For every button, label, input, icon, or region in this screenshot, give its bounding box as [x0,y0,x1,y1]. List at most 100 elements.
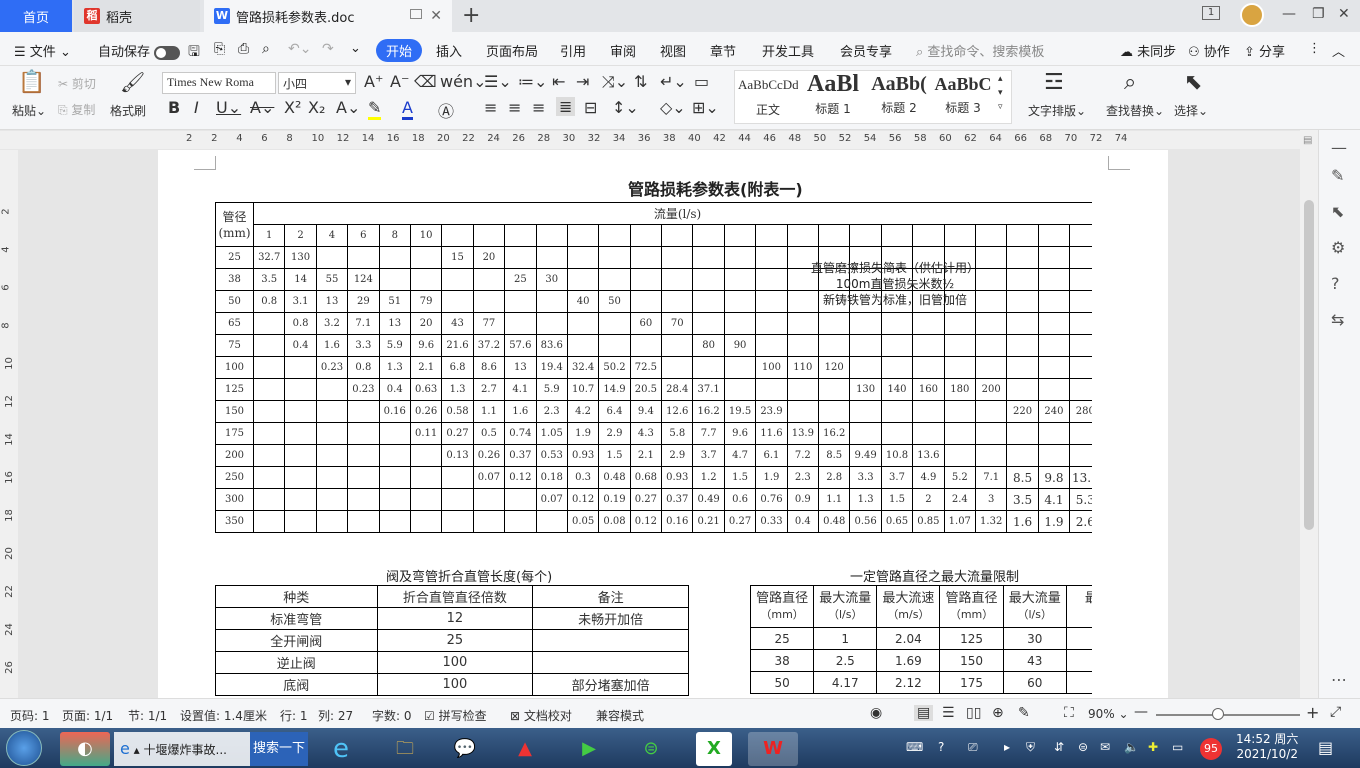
highlight-icon[interactable]: ✎ [368,98,382,120]
grow-font-icon[interactable]: A⁺ [364,72,383,91]
status-pages[interactable]: 页面: 1/1 [62,707,113,724]
minimize-icon[interactable]: — [1282,6,1296,22]
export-pdf-icon[interactable]: ⎘ [214,41,225,57]
start-button[interactable] [6,730,42,766]
copy-button[interactable]: ⎘ 复制 [58,101,95,118]
more-icon[interactable]: ⋯ [1331,670,1347,689]
show-desktop-icon[interactable]: ▤ [1318,738,1333,757]
proofread-button[interactable]: ⊠ 文档校对 [510,707,572,724]
menu-tab-view[interactable]: 视图 [660,41,686,60]
ruler-toggle-icon[interactable]: ▭ [694,72,709,91]
status-words[interactable]: 字数: 0 [372,707,412,724]
shading-icon[interactable]: ◇⌄ [660,98,686,117]
menu-file[interactable]: ☰ 文件 ⌄ [14,41,71,60]
tray-help-icon[interactable]: ? [938,740,944,754]
bold-icon[interactable]: B [168,98,180,117]
document-page[interactable]: 管路损耗参数表(附表一) 管径 (mm) 流量(l/s) 1 2 4 6 8 10 25 32.7 1… [158,150,1168,698]
bullet-list-icon[interactable]: ☰⌄ [484,72,512,91]
tray-screen-icon[interactable]: ⎚ [968,740,978,755]
tab-daoke[interactable]: 稻 稻壳 [74,0,200,32]
cut-button[interactable]: ✂ 剪切 [58,75,96,92]
text-effect-icon[interactable]: A⌄ [336,98,360,117]
fit-page-icon[interactable]: ⛶ [1064,705,1074,721]
window-close-icon[interactable]: ✕ [1338,6,1350,22]
tab-close-icon[interactable]: ✕ [430,8,442,24]
align-left-icon[interactable]: ≡ [484,98,497,117]
tray-browser-icon[interactable]: ⊜ [1078,740,1088,754]
show-marks-icon[interactable]: ↵⌄ [660,72,687,91]
write-mode-icon[interactable]: ✎ [1018,705,1030,721]
find-replace-button[interactable]: 查找替换⌄ [1106,102,1164,119]
undo-icon[interactable]: ↶⌄ [288,41,311,57]
print-icon[interactable]: ⎙ [238,41,249,57]
status-section[interactable]: 节: 1/1 [128,707,167,724]
strikethrough-icon[interactable]: A⌄ [250,98,274,117]
keyboard-icon[interactable]: ⌨ [906,740,923,754]
menu-tab-member[interactable]: 会员专享 [840,41,892,60]
menu-tab-chapter[interactable]: 章节 [710,41,736,60]
zoom-slider-handle[interactable] [1212,708,1224,720]
zoom-slider[interactable] [1156,714,1300,716]
ie-browser-icon[interactable]: e [316,732,366,766]
menu-tab-references[interactable]: 引用 [560,41,586,60]
subscript-icon[interactable]: X₂ [308,98,325,117]
menu-tab-start[interactable]: 开始 [376,39,423,62]
share-button[interactable]: ⇪ 分享 [1244,41,1285,60]
zoom-select[interactable]: 90% ⌄ [1088,707,1129,721]
vertical-ruler[interactable]: 2 4 6 8 10 12 14 16 18 20 22 24 26 [0,150,18,698]
style-heading3[interactable]: AaBbC 标题 3 [932,71,994,119]
superscript-icon[interactable]: X² [284,98,301,117]
new-tab-icon[interactable]: + [462,3,480,28]
avatar[interactable] [1240,3,1264,27]
underline-icon[interactable]: U⌄ [216,98,241,117]
font-size-select[interactable]: 小四 ▾ [278,72,356,94]
status-col[interactable]: 列: 27 [318,707,353,724]
distribute-icon[interactable]: ⊟ [584,98,597,117]
clear-format-icon[interactable]: ⌫ [414,72,437,91]
zoom-in-icon[interactable]: + [1306,703,1319,722]
wechat-icon[interactable]: 💬 [440,732,490,766]
find-icon[interactable]: ⌕ [1124,70,1136,95]
status-page[interactable]: 页码: 1 [10,707,50,724]
style-heading2[interactable]: AaBb(标题 2 [868,71,930,119]
justify-icon[interactable]: ≣ [556,97,576,116]
notification-badge[interactable]: 95 [1200,738,1222,760]
redo-icon[interactable]: ↷ [322,41,334,57]
wps-writer-icon[interactable]: W [748,732,798,766]
italic-icon[interactable]: I [194,98,199,117]
text-layout-icon[interactable]: ☲ [1044,70,1064,95]
horizontal-ruler[interactable]: 2 2 4 6 8 10 12 14 16 18 20 22 24 26 28 30 32 34 36 38 40 42 4… [180,131,1300,149]
tray-expand-icon[interactable]: ▸ [1004,740,1010,754]
media-player-icon[interactable]: ▶ [564,732,614,766]
menu-tab-layout[interactable]: 页面布局 [486,41,538,60]
more-icon[interactable]: ⋮ [1308,41,1321,56]
style-heading1[interactable]: AaBl 标题 1 [802,71,864,119]
adjust-icon[interactable]: ⚙ [1331,238,1345,257]
panel-collapse-icon[interactable]: — [1331,138,1347,157]
print-preview-icon[interactable]: ⌕ [262,41,270,57]
phonetic-icon[interactable]: wén⌄ [440,72,486,91]
tab-document[interactable]: W 管路损耗参数表.doc ✕ [204,0,452,32]
status-row[interactable]: 行: 1 [280,707,308,724]
status-setting[interactable]: 设置值: 1.4厘米 [180,707,267,724]
tray-network-icon[interactable]: ⇵ [1054,740,1064,754]
volume-icon[interactable]: 🔈 [1124,740,1139,754]
chinese-layout-icon[interactable]: ⤨⌄ [602,72,628,92]
autosave-toggle[interactable] [154,45,181,60]
borders-icon[interactable]: ⊞⌄ [692,98,719,117]
command-search[interactable]: ⌕ 查找命令、搜索模板 [916,41,1044,60]
page-view-icon[interactable]: ▤ [914,705,934,721]
font-name-select[interactable]: Times New Roma [162,72,276,94]
outline-view-icon[interactable]: ☰ [942,705,955,721]
taskbar-ie-window[interactable]: e ▴ 十堰爆炸事故... [114,732,250,766]
align-center-icon[interactable]: ≡ [508,98,521,117]
increase-indent-icon[interactable]: ⇥ [576,72,589,91]
autocad-icon[interactable]: ▲ [500,732,550,766]
text-layout-button[interactable]: 文字排版⌄ [1028,102,1086,119]
tray-power-icon[interactable]: ▭ [1172,740,1183,754]
numbered-list-icon[interactable]: ≔⌄ [518,72,547,91]
eye-protect-icon[interactable]: ◉ [870,705,882,721]
taskbar-app-icon[interactable]: ◐ [60,732,110,766]
style-gallery-scroll-icon[interactable]: ▴ ▾ ▿ [998,72,1003,114]
tab-home[interactable]: 首页 [0,0,72,32]
